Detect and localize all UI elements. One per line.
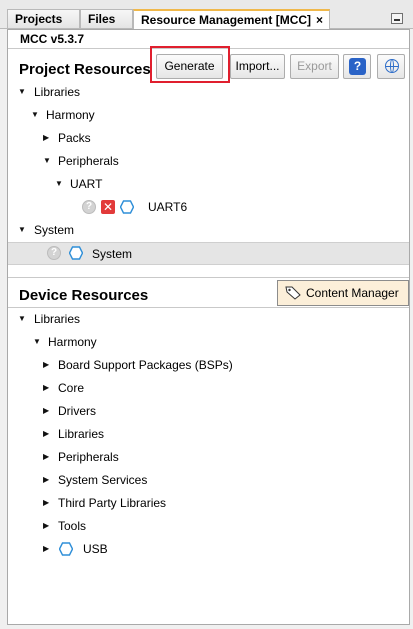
tab-projects-label: Projects xyxy=(15,12,63,26)
component-hex-icon xyxy=(69,246,83,260)
tree-node-label: Packs xyxy=(58,131,91,145)
expand-arrow-icon[interactable]: ▼ xyxy=(43,152,53,170)
collapse-arrow-icon[interactable]: ▶ xyxy=(43,129,53,147)
tab-resource-management[interactable]: Resource Management [MCC] × xyxy=(133,9,330,29)
tree-node-label: Tools xyxy=(58,519,87,533)
tree-node-uart6[interactable]: ? ✕ UART6 xyxy=(82,198,202,216)
collapse-arrow-icon[interactable]: ▶ xyxy=(43,471,53,489)
tree-node-label: Board Support Packages (BSPs) xyxy=(58,358,233,372)
collapse-arrow-icon[interactable]: ▶ xyxy=(43,494,53,512)
expand-arrow-icon[interactable]: ▼ xyxy=(31,106,41,124)
expand-arrow-icon[interactable]: ▼ xyxy=(18,310,28,328)
tree-node-label: Harmony xyxy=(46,108,95,122)
tree-node-label: Peripherals xyxy=(58,450,119,464)
tree-node-label: Libraries xyxy=(34,312,81,326)
collapse-arrow-icon[interactable]: ▶ xyxy=(43,540,53,558)
tab-projects[interactable]: Projects xyxy=(7,9,80,28)
help-button[interactable]: ? xyxy=(343,54,371,79)
content-manager-button[interactable]: Content Manager xyxy=(277,280,409,306)
resource-management-panel: MCC v5.3.7 Project Resources Generate Im… xyxy=(7,29,410,625)
project-resources-title: Project Resources xyxy=(19,61,151,78)
tree-node-label: Drivers xyxy=(58,404,96,418)
minimize-icon[interactable] xyxy=(391,13,403,24)
tree-node-label: Third Party Libraries xyxy=(58,496,167,510)
generate-highlight xyxy=(150,46,230,83)
tree-node-system-selected[interactable]: ? System xyxy=(8,242,409,265)
tab-files[interactable]: Files xyxy=(80,9,133,28)
section-divider xyxy=(8,277,409,278)
collapse-arrow-icon[interactable]: ▶ xyxy=(43,448,53,466)
collapse-arrow-icon[interactable]: ▶ xyxy=(43,402,53,420)
expand-arrow-icon[interactable]: ▼ xyxy=(55,175,65,193)
collapse-arrow-icon[interactable]: ▶ xyxy=(43,425,53,443)
remove-icon[interactable]: ✕ xyxy=(101,200,115,214)
tree-node-label: System Services xyxy=(58,473,148,487)
collapse-arrow-icon[interactable]: ▶ xyxy=(43,517,53,535)
help-status-icon: ? xyxy=(82,200,96,214)
device-tree-node-usb[interactable]: ▶ USB xyxy=(43,540,143,558)
expand-arrow-icon[interactable]: ▼ xyxy=(33,333,43,351)
tree-node-label: System xyxy=(34,223,75,237)
close-icon[interactable]: × xyxy=(316,11,323,29)
globe-icon xyxy=(385,59,399,73)
tab-resource-management-label: Resource Management [MCC] xyxy=(141,13,312,27)
expand-arrow-icon[interactable]: ▼ xyxy=(18,83,28,101)
content-manager-label: Content Manager xyxy=(306,286,399,300)
web-button[interactable] xyxy=(377,54,405,79)
help-status-icon: ? xyxy=(47,246,61,260)
collapse-arrow-icon[interactable]: ▶ xyxy=(43,379,53,397)
tree-node-label: Harmony xyxy=(48,335,97,349)
tab-bar: Projects Files Resource Management [MCC]… xyxy=(0,0,413,29)
tree-node-label: Libraries xyxy=(58,427,105,441)
tree-node-label: USB xyxy=(83,542,108,556)
tree-node-label: System xyxy=(92,247,133,261)
export-button-label: Export xyxy=(297,59,332,73)
collapse-arrow-icon[interactable]: ▶ xyxy=(43,356,53,374)
expand-arrow-icon[interactable]: ▼ xyxy=(18,221,28,239)
tree-node-label: Libraries xyxy=(34,85,81,99)
export-button[interactable]: Export xyxy=(290,54,339,79)
import-button-label: Import... xyxy=(235,59,280,73)
tree-node-label: Peripherals xyxy=(58,154,119,168)
help-icon: ? xyxy=(349,58,366,75)
component-hex-icon xyxy=(120,200,134,214)
tab-files-label: Files xyxy=(88,12,116,26)
component-hex-icon xyxy=(59,542,73,556)
tree-node-label: Core xyxy=(58,381,85,395)
version-label: MCC v5.3.7 xyxy=(20,32,85,46)
content-manager-icon xyxy=(285,286,301,300)
tree-node-label: UART6 xyxy=(148,200,188,214)
tree-node-label: UART xyxy=(70,177,103,191)
section-divider xyxy=(8,307,409,308)
import-button[interactable]: Import... xyxy=(230,54,285,79)
device-resources-title: Device Resources xyxy=(19,287,149,304)
